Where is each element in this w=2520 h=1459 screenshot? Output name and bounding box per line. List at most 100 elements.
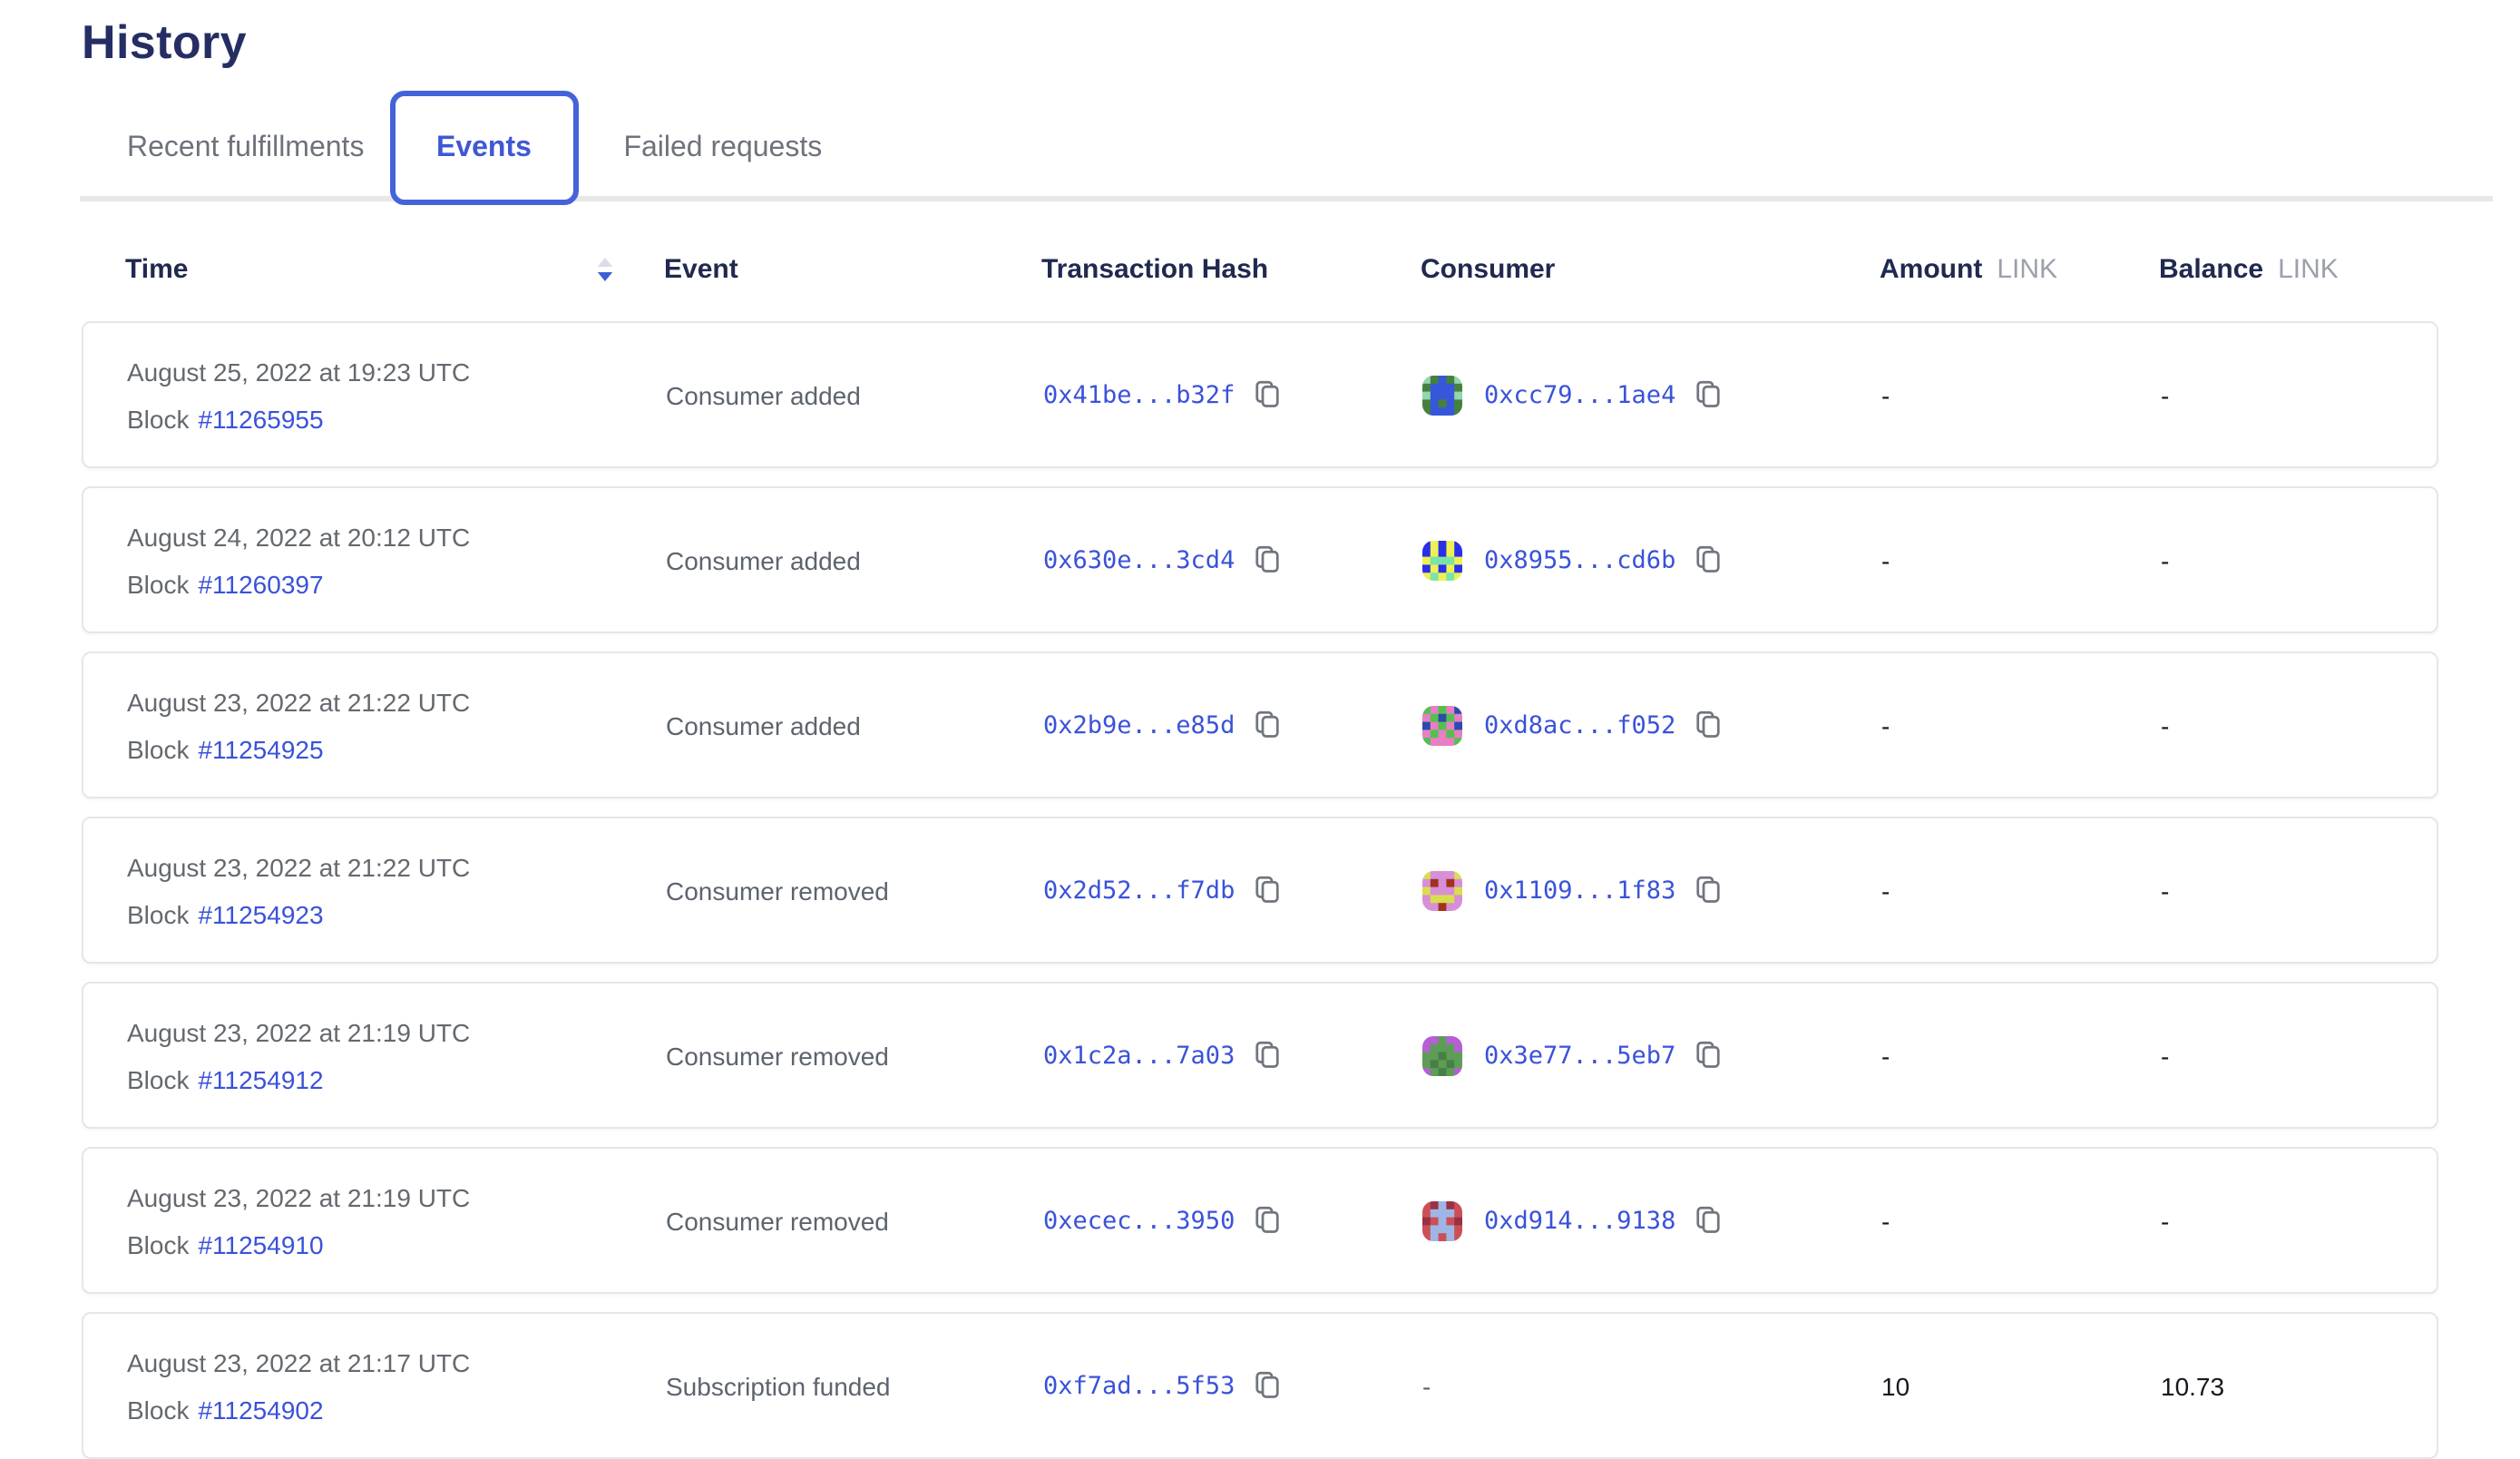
sort-arrows-icon[interactable] xyxy=(597,258,613,281)
consumer-cell: 0xd8ac...f052 xyxy=(1422,705,1881,745)
copy-icon[interactable] xyxy=(1253,1205,1280,1236)
consumer-address-link[interactable]: 0xd8ac...f052 xyxy=(1484,710,1675,739)
block-number-link[interactable]: #11254910 xyxy=(198,1229,323,1258)
copy-icon[interactable] xyxy=(1253,710,1280,740)
column-header-balance[interactable]: Balance LINK xyxy=(2159,254,2395,285)
block-number-link[interactable]: #11254902 xyxy=(198,1395,323,1424)
balance-cell: - xyxy=(2161,545,2393,574)
time-cell: August 23, 2022 at 21:19 UTC Block #1125… xyxy=(127,1017,666,1093)
block-number-link[interactable]: #11260397 xyxy=(198,569,323,598)
block-label: Block xyxy=(127,734,189,763)
block-line: Block #11260397 xyxy=(127,569,324,598)
copy-icon[interactable] xyxy=(1694,379,1721,410)
consumer-identicon xyxy=(1422,540,1462,580)
tx-hash-link[interactable]: 0xf7ad...5f53 xyxy=(1043,1371,1235,1400)
time-cell: August 23, 2022 at 21:22 UTC Block #1125… xyxy=(127,687,666,763)
amount-cell: - xyxy=(1881,1041,2161,1070)
amount-cell: - xyxy=(1881,545,2161,574)
table-row: August 23, 2022 at 21:22 UTC Block #1125… xyxy=(82,817,2438,964)
consumer-identicon xyxy=(1422,705,1462,745)
consumer-address-link[interactable]: 0xd914...9138 xyxy=(1484,1206,1675,1235)
consumer-identicon xyxy=(1422,375,1462,415)
consumer-cell: 0x1109...1f83 xyxy=(1422,870,1881,910)
block-number-link[interactable]: #11265955 xyxy=(198,404,323,433)
tab-failed-requests[interactable]: Failed requests xyxy=(578,132,847,164)
tx-hash-cell: 0xf7ad...5f53 xyxy=(1043,1370,1422,1401)
block-number-link[interactable]: #11254923 xyxy=(198,899,323,928)
copy-icon[interactable] xyxy=(1253,875,1280,906)
copy-icon[interactable] xyxy=(1694,1205,1721,1236)
consumer-empty: - xyxy=(1422,1371,1431,1400)
amount-cell: - xyxy=(1881,876,2161,905)
tx-hash-cell: 0x630e...3cd4 xyxy=(1043,544,1422,575)
copy-icon[interactable] xyxy=(1253,1040,1280,1071)
tx-hash-cell: 0x41be...b32f xyxy=(1043,379,1422,410)
copy-icon[interactable] xyxy=(1253,544,1280,575)
event-list: August 25, 2022 at 19:23 UTC Block #1126… xyxy=(82,321,2438,1459)
tx-hash-link[interactable]: 0xecec...3950 xyxy=(1043,1206,1235,1235)
row-timestamp: August 23, 2022 at 21:19 UTC xyxy=(127,1017,470,1046)
copy-icon[interactable] xyxy=(1694,875,1721,906)
consumer-address-link[interactable]: 0x3e77...5eb7 xyxy=(1484,1041,1675,1070)
amount-cell: - xyxy=(1881,710,2161,739)
consumer-cell: - xyxy=(1422,1371,1881,1400)
tab-recent-fulfillments[interactable]: Recent fulfillments xyxy=(82,132,389,164)
column-header-consumer[interactable]: Consumer xyxy=(1421,254,1880,285)
table-row: August 23, 2022 at 21:19 UTC Block #1125… xyxy=(82,1147,2438,1294)
time-cell: August 25, 2022 at 19:23 UTC Block #1126… xyxy=(127,357,666,433)
block-label: Block xyxy=(127,1395,189,1424)
column-header-amount[interactable]: Amount LINK xyxy=(1880,254,2159,285)
block-line: Block #11254923 xyxy=(127,899,324,928)
tab-events[interactable]: Events xyxy=(389,91,578,205)
row-timestamp: August 23, 2022 at 21:22 UTC xyxy=(127,852,470,881)
tx-hash-link[interactable]: 0x41be...b32f xyxy=(1043,380,1235,409)
block-label: Block xyxy=(127,899,189,928)
tx-hash-link[interactable]: 0x1c2a...7a03 xyxy=(1043,1041,1235,1070)
block-line: Block #11254902 xyxy=(127,1395,324,1424)
block-line: Block #11254910 xyxy=(127,1229,324,1258)
block-number-link[interactable]: #11254912 xyxy=(198,1064,323,1093)
consumer-cell: 0xd914...9138 xyxy=(1422,1200,1881,1240)
copy-icon[interactable] xyxy=(1253,1370,1280,1401)
block-label: Block xyxy=(127,1064,189,1093)
event-cell: Consumer removed xyxy=(666,876,1043,905)
time-cell: August 23, 2022 at 21:22 UTC Block #1125… xyxy=(127,852,666,928)
column-header-event[interactable]: Event xyxy=(664,254,1041,285)
time-cell: August 23, 2022 at 21:17 UTC Block #1125… xyxy=(127,1347,666,1424)
consumer-identicon xyxy=(1422,1035,1462,1075)
consumer-cell: 0x8955...cd6b xyxy=(1422,540,1881,580)
tx-hash-link[interactable]: 0x630e...3cd4 xyxy=(1043,545,1235,574)
amount-cell: - xyxy=(1881,1206,2161,1235)
copy-icon[interactable] xyxy=(1694,1040,1721,1071)
block-line: Block #11254912 xyxy=(127,1064,324,1093)
tx-hash-link[interactable]: 0x2d52...f7db xyxy=(1043,876,1235,905)
amount-cell: - xyxy=(1881,380,2161,409)
table-row: August 23, 2022 at 21:17 UTC Block #1125… xyxy=(82,1312,2438,1459)
consumer-address-link[interactable]: 0xcc79...1ae4 xyxy=(1484,380,1675,409)
page-title: History xyxy=(0,0,2520,69)
row-timestamp: August 23, 2022 at 21:17 UTC xyxy=(127,1347,470,1376)
copy-icon[interactable] xyxy=(1694,544,1721,575)
row-timestamp: August 24, 2022 at 20:12 UTC xyxy=(127,522,470,551)
consumer-address-link[interactable]: 0x8955...cd6b xyxy=(1484,545,1675,574)
tx-hash-cell: 0x2b9e...e85d xyxy=(1043,710,1422,740)
copy-icon[interactable] xyxy=(1694,710,1721,740)
column-header-tx-hash[interactable]: Transaction Hash xyxy=(1041,254,1421,285)
row-timestamp: August 23, 2022 at 21:19 UTC xyxy=(127,1182,470,1211)
block-number-link[interactable]: #11254925 xyxy=(198,734,323,763)
balance-cell: - xyxy=(2161,710,2393,739)
consumer-cell: 0x3e77...5eb7 xyxy=(1422,1035,1881,1075)
tab-bar: Recent fulfillments Events Failed reques… xyxy=(0,91,2520,205)
block-line: Block #11265955 xyxy=(127,404,324,433)
tx-hash-link[interactable]: 0x2b9e...e85d xyxy=(1043,710,1235,739)
table-row: August 23, 2022 at 21:19 UTC Block #1125… xyxy=(82,982,2438,1129)
balance-cell: 10.73 xyxy=(2161,1371,2393,1400)
table-row: August 25, 2022 at 19:23 UTC Block #1126… xyxy=(82,321,2438,468)
event-cell: Consumer removed xyxy=(666,1041,1043,1070)
copy-icon[interactable] xyxy=(1253,379,1280,410)
balance-unit-label: LINK xyxy=(2278,254,2339,285)
consumer-address-link[interactable]: 0x1109...1f83 xyxy=(1484,876,1675,905)
row-timestamp: August 25, 2022 at 19:23 UTC xyxy=(127,357,470,386)
column-header-time[interactable]: Time xyxy=(125,254,664,285)
time-cell: August 23, 2022 at 21:19 UTC Block #1125… xyxy=(127,1182,666,1258)
